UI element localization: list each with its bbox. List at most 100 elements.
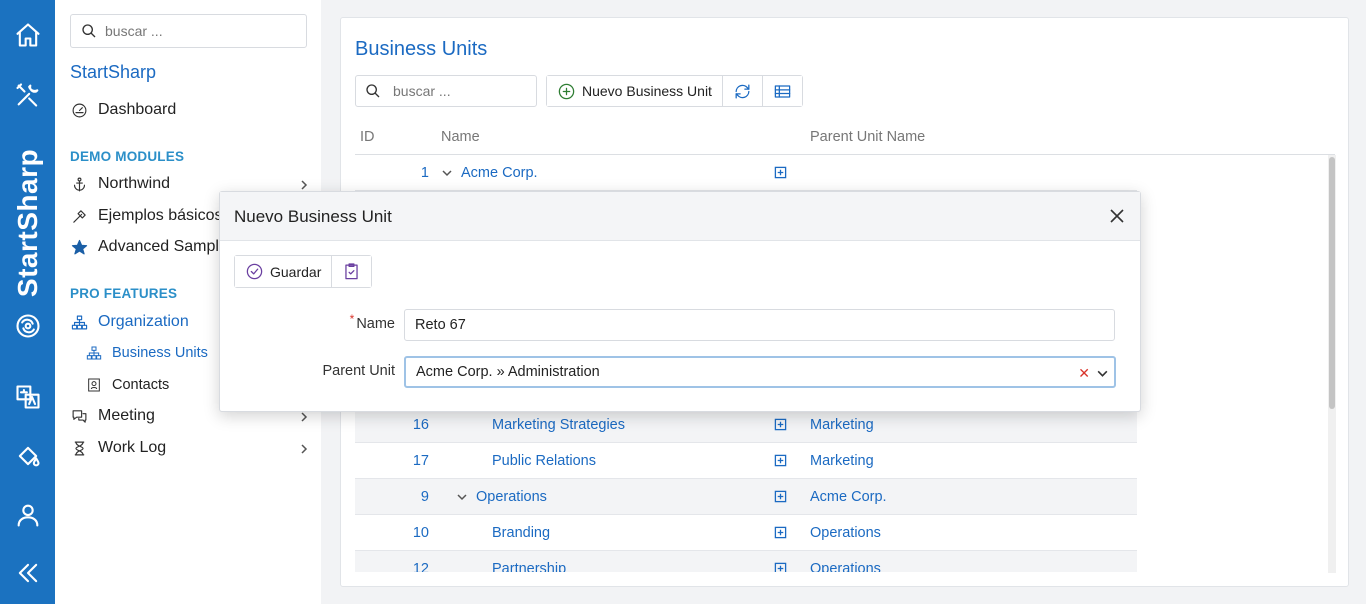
section-demo-modules: DEMO MODULES [70,149,185,164]
chevron-right-icon [298,442,310,454]
user-icon[interactable] [0,495,55,535]
column-picker-button[interactable] [762,76,802,106]
edit-icon[interactable] [774,526,787,539]
grid-search-input[interactable] [393,83,533,99]
table-row[interactable]: 10 Branding Operations [355,515,1137,551]
magic-wand-icon [70,207,88,225]
nav-business-units-label: Business Units [112,345,208,361]
row-name-cell[interactable]: Partnership [492,561,566,572]
refresh-button[interactable] [722,76,763,106]
parent-unit-value: Acme Corp. » Administration [416,364,600,380]
save-button-label: Guardar [270,263,322,280]
nav-contacts[interactable]: Contacts [85,376,169,394]
sidebar-search[interactable] [70,14,307,48]
chevron-down-icon[interactable] [456,491,468,503]
nav-work-log-label: Work Log [98,439,167,456]
edit-icon[interactable] [774,562,787,572]
home-icon[interactable] [0,15,55,55]
column-header-name[interactable]: Name [441,129,480,145]
org-chart-icon [70,313,88,331]
chevron-down-icon[interactable] [1096,367,1109,380]
row-name-cell[interactable]: Acme Corp. [441,165,538,181]
column-header-parent[interactable]: Parent Unit Name [810,129,925,145]
row-parent[interactable]: Acme Corp. [810,489,887,505]
required-asterisk: * [349,312,355,326]
row-parent[interactable]: Marketing [810,417,874,433]
nav-northwind-label: Northwind [98,175,171,192]
edit-icon[interactable] [774,454,787,467]
edit-icon[interactable] [774,166,787,179]
sidebar-title[interactable]: StartSharp [70,62,156,83]
row-id: 1 [420,165,429,181]
chat-bubbles-icon [70,407,88,425]
chevron-right-icon [298,178,310,190]
chevron-down-icon[interactable] [441,167,453,179]
org-chart-icon [85,344,103,362]
check-circle-icon [246,263,263,280]
sidebar-search-input[interactable] [105,23,285,39]
row-id: 9 [420,489,429,505]
row-parent[interactable]: Operations [810,525,881,541]
row-name[interactable]: Operations [476,489,547,505]
grid-search[interactable] [355,75,537,107]
row-name-cell[interactable]: Branding [492,525,550,541]
dashboard-gauge-icon [70,101,88,119]
contact-card-icon [85,376,103,394]
anchor-icon [70,175,88,193]
section-pro-features: PRO FEATURES [70,286,178,301]
grid-toolbar: Nuevo Business Unit [546,75,803,107]
table-row[interactable]: 16 Marketing Strategies Marketing [355,407,1137,443]
grid-header: ID Name Parent Unit Name [355,125,1335,155]
search-icon [82,24,96,38]
search-icon [366,84,380,98]
new-business-unit-button[interactable]: Nuevo Business Unit [547,76,723,106]
star-icon [70,238,88,256]
table-row[interactable]: 17 Public Relations Marketing [355,443,1137,479]
clear-selection-icon[interactable]: ✕ [1078,365,1090,382]
nav-dashboard[interactable]: Dashboard [70,101,310,119]
name-label-text: Name [356,316,395,332]
table-row[interactable]: 12 Partnership Operations [355,551,1137,572]
hourglass-icon [70,439,88,457]
name-input[interactable]: Reto 67 [404,309,1115,341]
row-id: 17 [412,453,429,469]
row-name-cell[interactable]: Public Relations [492,453,596,469]
scrollbar-thumb[interactable] [1329,157,1335,409]
column-header-id[interactable]: ID [360,129,375,145]
paint-bucket-icon[interactable] [0,436,55,476]
grid-scrollbar[interactable] [1328,155,1336,573]
row-id: 12 [412,561,429,572]
row-name[interactable]: Branding [492,525,550,541]
apply-button[interactable] [332,256,372,287]
parent-unit-label: Parent Unit [322,363,395,379]
close-icon[interactable] [1108,207,1126,225]
table-icon [774,84,791,98]
dialog-title: Nuevo Business Unit [234,207,392,226]
nav-advanced-label: Advanced Samples [98,238,236,255]
edit-icon[interactable] [774,490,787,503]
row-name[interactable]: Partnership [492,561,566,572]
nav-dashboard-label: Dashboard [98,101,177,118]
tools-icon[interactable] [0,75,55,115]
new-business-unit-dialog: Nuevo Business Unit Guardar * Name Reto 6… [219,191,1141,412]
nav-work-log[interactable]: Work Log [70,439,310,457]
table-row[interactable]: 9 Operations Acme Corp. [355,479,1137,515]
row-name[interactable]: Public Relations [492,453,596,469]
row-name[interactable]: Marketing Strategies [492,417,625,433]
translate-icon[interactable] [0,377,55,417]
row-name-cell[interactable]: Operations [456,489,547,505]
dialog-header[interactable]: Nuevo Business Unit [220,192,1140,241]
icon-rail: StartSharp [0,0,55,604]
parent-unit-select[interactable]: Acme Corp. » Administration ✕ [404,356,1116,388]
nav-organization-label: Organization [98,313,189,330]
row-parent[interactable]: Operations [810,561,881,572]
row-name-cell[interactable]: Marketing Strategies [492,417,625,433]
table-row[interactable]: 1 Acme Corp. [355,155,1137,191]
nav-business-units[interactable]: Business Units [85,344,208,362]
edit-icon[interactable] [774,418,787,431]
row-name[interactable]: Acme Corp. [461,165,538,181]
save-button[interactable]: Guardar [235,256,333,287]
collapse-icon[interactable] [0,553,55,593]
row-parent[interactable]: Marketing [810,453,874,469]
nav-meeting-label: Meeting [98,407,155,424]
